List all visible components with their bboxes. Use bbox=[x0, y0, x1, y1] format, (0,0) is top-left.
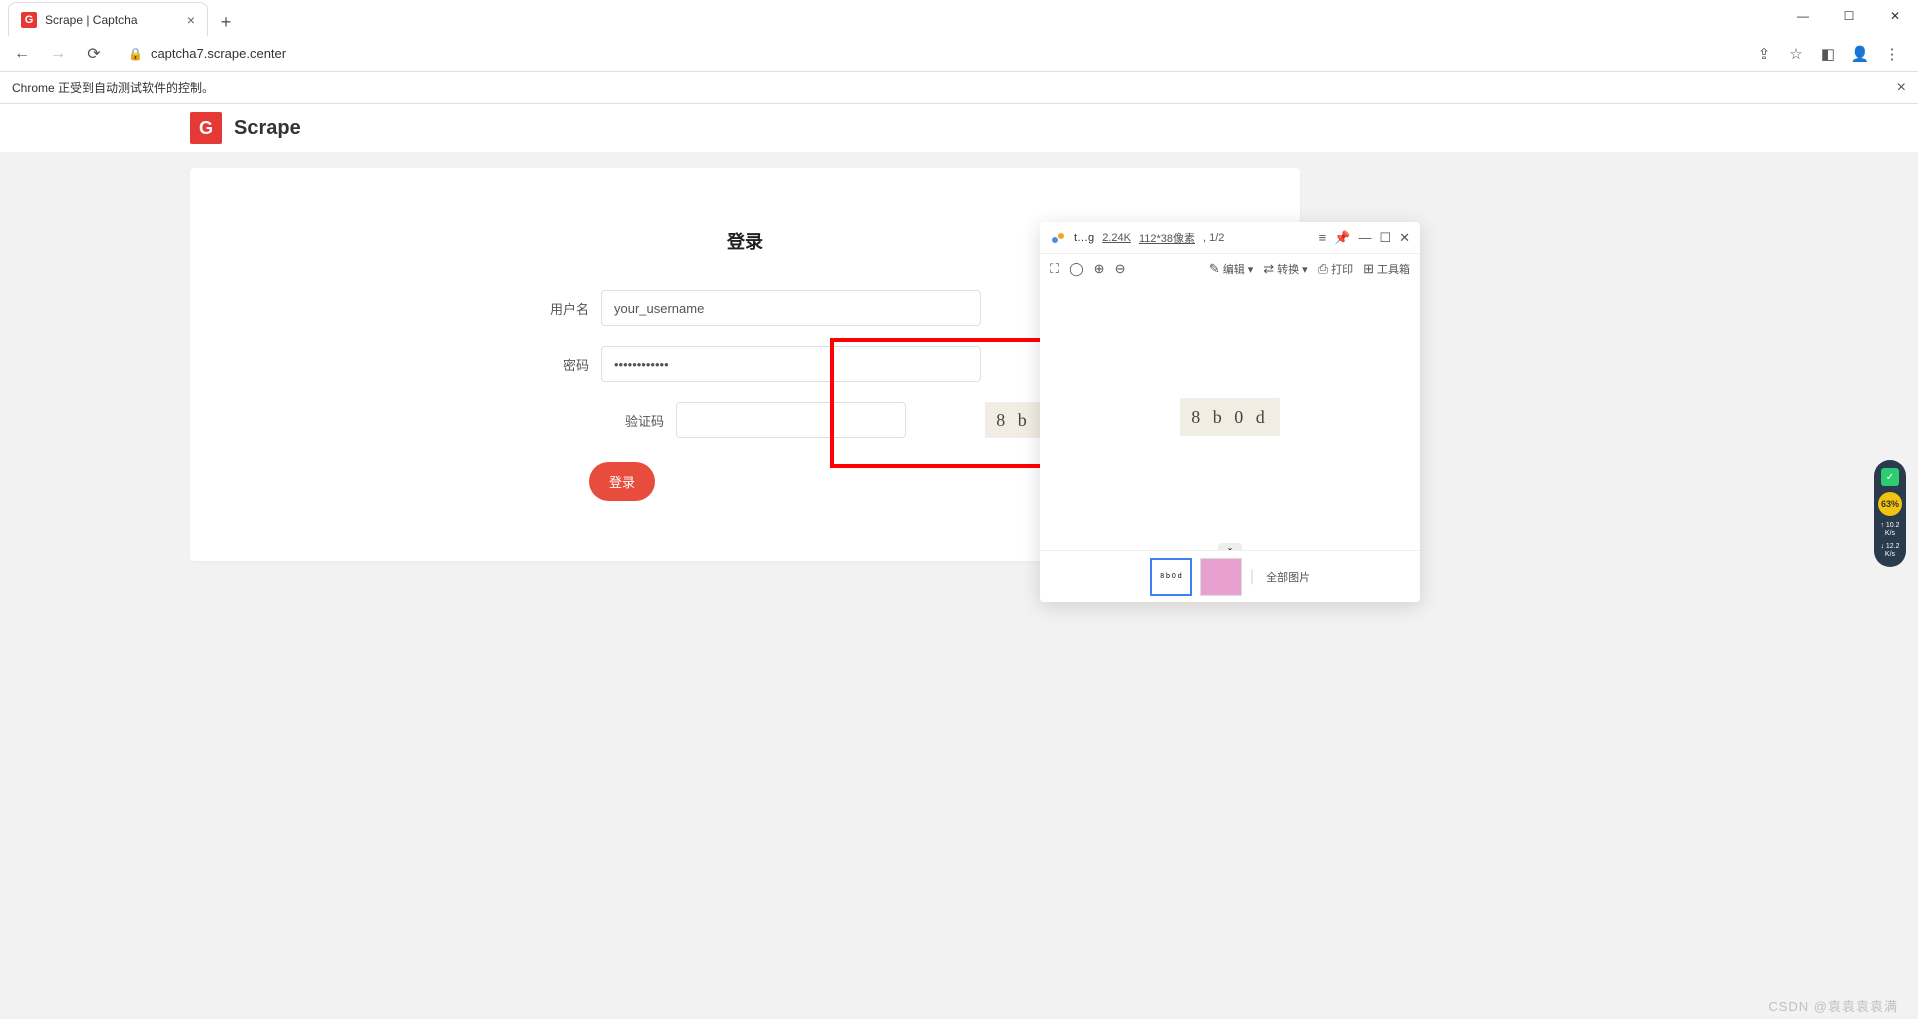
fullscreen-icon[interactable]: ⛶ bbox=[1050, 261, 1059, 277]
shield-icon: ✓ bbox=[1881, 468, 1899, 486]
viewer-minimize-button[interactable]: — bbox=[1358, 230, 1371, 246]
upload-speed: ↑ 10.2K/s bbox=[1880, 522, 1899, 537]
viewer-dimensions: 112*38像素 bbox=[1139, 230, 1195, 246]
page-body: G Scrape 登录 用户名 密码 验证码 8 b 0 d 登录 bbox=[0, 104, 1918, 1019]
tab-title: Scrape | Captcha bbox=[45, 13, 179, 27]
url-box[interactable]: 🔒 captcha7.scrape.center bbox=[116, 40, 1746, 68]
site-logo: G bbox=[190, 112, 222, 144]
browser-tab-strip: G Scrape | Captcha × + — ☐ ✕ bbox=[0, 0, 1918, 36]
viewer-canvas[interactable]: 8 b 0 d bbox=[1040, 284, 1420, 550]
watermark-text: CSDN @袁袁袁袁满 bbox=[1768, 996, 1898, 1015]
profile-icon[interactable]: 👤 bbox=[1850, 44, 1870, 64]
back-button[interactable]: ← bbox=[8, 40, 36, 68]
captcha-input[interactable] bbox=[676, 402, 906, 438]
site-header: G Scrape bbox=[0, 104, 1918, 152]
username-label: 用户名 bbox=[509, 299, 589, 318]
viewer-app-icon bbox=[1050, 230, 1066, 246]
window-close-button[interactable]: ✕ bbox=[1872, 0, 1918, 32]
window-maximize-button[interactable]: ☐ bbox=[1826, 0, 1872, 32]
viewer-filesize: 2.24K bbox=[1102, 232, 1131, 244]
download-speed: ↓ 12.2K/s bbox=[1880, 543, 1899, 558]
thumb-collapse-icon[interactable]: ⌄ bbox=[1218, 543, 1242, 551]
viewer-toolbar: ⛶ ◯ ⊕ ⊖ ✎编辑 ▾ ⇄转换 ▾ ⎙打印 ⊞工具箱 bbox=[1040, 254, 1420, 284]
site-title: Scrape bbox=[234, 117, 301, 140]
username-input[interactable] bbox=[601, 290, 981, 326]
reload-button[interactable]: ⟳ bbox=[80, 40, 108, 68]
viewer-image: 8 b 0 d bbox=[1180, 398, 1280, 436]
viewer-maximize-button[interactable]: ☐ bbox=[1379, 230, 1391, 246]
all-images-label[interactable]: 全部图片 bbox=[1266, 569, 1310, 585]
viewer-menu-icon[interactable]: ≡ bbox=[1319, 230, 1327, 246]
convert-button[interactable]: ⇄转换 ▾ bbox=[1263, 261, 1307, 277]
captcha-label: 验证码 bbox=[584, 411, 664, 430]
cpu-percent-badge: 63% bbox=[1878, 492, 1902, 516]
tab-favicon: G bbox=[21, 12, 37, 28]
print-button[interactable]: ⎙打印 bbox=[1318, 261, 1353, 277]
zoom-out-icon[interactable]: ⊖ bbox=[1115, 261, 1126, 277]
thumbnail-1[interactable]: 8 b 0 d bbox=[1150, 558, 1192, 596]
login-button[interactable]: 登录 bbox=[589, 462, 655, 501]
info-bar-close-icon[interactable]: × bbox=[1897, 79, 1906, 97]
browser-address-bar: ← → ⟳ 🔒 captcha7.scrape.center ⇪ ☆ ◧ 👤 ⋮ bbox=[0, 36, 1918, 72]
automation-notice-text: Chrome 正受到自动测试软件的控制。 bbox=[12, 79, 214, 96]
new-tab-button[interactable]: + bbox=[212, 8, 240, 36]
edit-button[interactable]: ✎编辑 ▾ bbox=[1209, 261, 1253, 277]
toolbox-button[interactable]: ⊞工具箱 bbox=[1363, 261, 1410, 277]
extensions-icon[interactable]: ◧ bbox=[1818, 44, 1838, 64]
image-viewer-window: t…g 2.24K 112*38像素 , 1/2 ≡ 📌 — ☐ ✕ ⛶ ◯ ⊕… bbox=[1040, 222, 1420, 602]
viewer-thumbnails: ⌄ 8 b 0 d | 全部图片 bbox=[1040, 550, 1420, 602]
zoom-in-icon[interactable]: ⊕ bbox=[1094, 261, 1105, 277]
viewer-pin-icon[interactable]: 📌 bbox=[1334, 230, 1350, 246]
viewer-index-text: , 1/2 bbox=[1203, 232, 1224, 244]
viewer-close-button[interactable]: ✕ bbox=[1399, 230, 1410, 246]
window-minimize-button[interactable]: — bbox=[1780, 0, 1826, 32]
thumbnail-2[interactable] bbox=[1200, 558, 1242, 596]
password-input[interactable] bbox=[601, 346, 981, 382]
viewer-filename: t…g bbox=[1074, 232, 1094, 244]
password-label: 密码 bbox=[509, 355, 589, 374]
tab-close-icon[interactable]: × bbox=[187, 12, 195, 28]
url-text: captcha7.scrape.center bbox=[151, 46, 286, 61]
automation-info-bar: Chrome 正受到自动测试软件的控制。 × bbox=[0, 72, 1918, 104]
viewer-header: t…g 2.24K 112*38像素 , 1/2 ≡ 📌 — ☐ ✕ bbox=[1040, 222, 1420, 254]
bookmark-icon[interactable]: ☆ bbox=[1786, 44, 1806, 64]
lock-icon: 🔒 bbox=[128, 47, 143, 61]
fit-icon[interactable]: ◯ bbox=[1069, 261, 1084, 277]
menu-icon[interactable]: ⋮ bbox=[1882, 44, 1902, 64]
share-icon[interactable]: ⇪ bbox=[1754, 44, 1774, 64]
browser-tab[interactable]: G Scrape | Captcha × bbox=[8, 2, 208, 36]
system-monitor-widget[interactable]: ✓ 63% ↑ 10.2K/s ↓ 12.2K/s bbox=[1874, 460, 1906, 567]
window-controls: — ☐ ✕ bbox=[1780, 0, 1918, 32]
forward-button[interactable]: → bbox=[44, 40, 72, 68]
